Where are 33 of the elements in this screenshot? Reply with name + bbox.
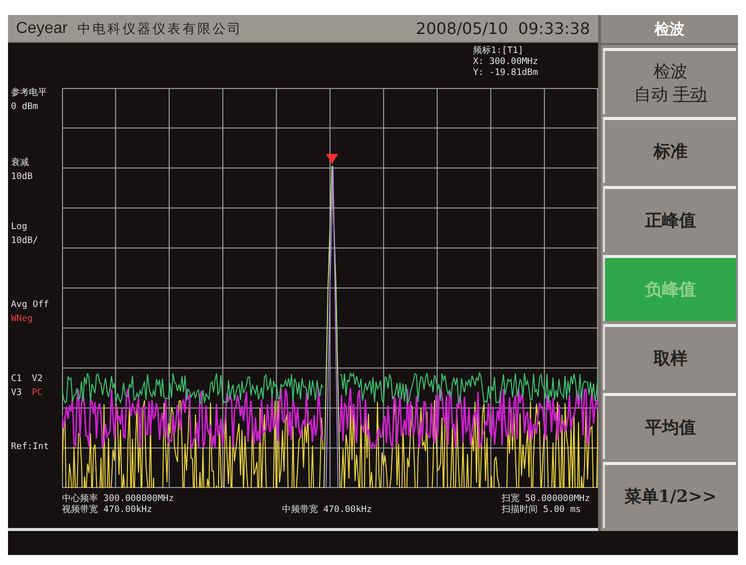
softkey[interactable]: 正峰值 [603, 186, 736, 252]
screen-annotation: Avg Off [11, 300, 49, 311]
screen-annotation: V3 [11, 388, 22, 399]
marker-readout: X: 300.00MHz [472, 57, 538, 68]
marker-icon [326, 154, 338, 164]
screen-annotation: C1 [11, 374, 22, 385]
date-text: 2008/05/10 [416, 19, 508, 38]
footer-reading: 中频带宽 470.00kHz [282, 505, 373, 516]
screen-annotation: V2 [32, 374, 43, 385]
softkey[interactable]: 菜单1/2>> [603, 462, 736, 528]
screen-annotation: Log [11, 222, 28, 233]
screen-annotation: 衰减 [11, 158, 29, 169]
screen-annotation: 10dB [11, 172, 33, 183]
screen-annotation: PC [32, 388, 43, 399]
screen-annotation: 10dB/ [11, 236, 38, 247]
softkey[interactable]: 平均值 [603, 393, 736, 459]
marker-readout: 频标1:[T1] [472, 46, 524, 57]
softkey[interactable]: 取样 [603, 324, 736, 390]
softkey[interactable]: 检波 自动 手动 [603, 48, 736, 114]
footer-reading: 扫宽 50.000000MHz [502, 494, 590, 504]
footer-reading: 中心频率 300.000000MHz [62, 494, 175, 504]
footer-reading: 扫描时间 5.00 ms [502, 505, 582, 516]
softkey[interactable]: 标准 [603, 117, 736, 183]
time-text: 09:33:38 [518, 19, 590, 38]
menu-title: 检波 [601, 15, 738, 45]
screen-annotation: Ref:Int [11, 442, 49, 453]
brand-logo: Ceyear [16, 20, 68, 38]
marker-readout: Y: -19.81dBm [472, 68, 538, 79]
footer-reading: 视频带宽 470.00kHz [62, 505, 154, 516]
company-name: 中电科仪器仪表有限公司 [78, 20, 244, 38]
screen-annotation: 0 dBm [11, 102, 38, 113]
screen-annotation: WNeg [11, 314, 33, 325]
screen-annotation: 参考电平 [11, 88, 47, 99]
